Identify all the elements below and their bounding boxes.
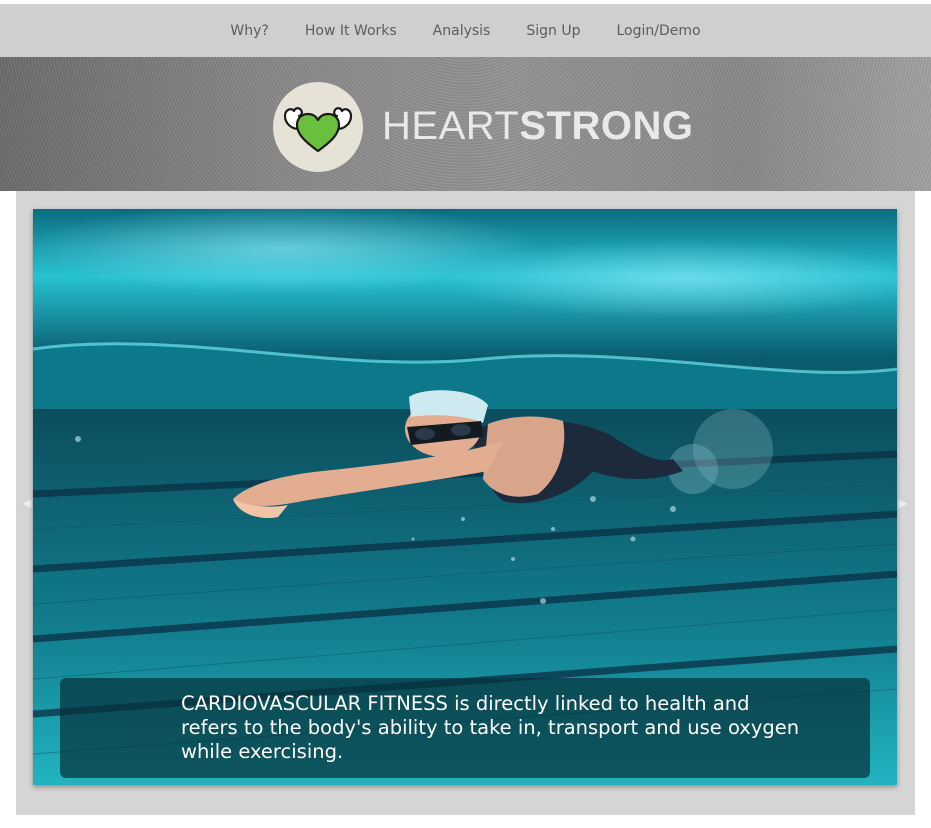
nav-link-how-it-works[interactable]: How It Works — [305, 23, 397, 39]
brand-name-bold: STRONG — [519, 103, 694, 148]
hero-slide: CARDIOVASCULAR FITNESS is directly linke… — [33, 209, 897, 785]
nav-link-why[interactable]: Why? — [230, 23, 268, 39]
brand-name-light: HEART — [382, 103, 520, 148]
nav-link-login-demo[interactable]: Login/Demo — [616, 23, 700, 39]
hero-caption: CARDIOVASCULAR FITNESS is directly linke… — [181, 692, 800, 763]
nav-link-analysis[interactable]: Analysis — [433, 23, 491, 39]
brand-header: HEART STRONG — [0, 57, 931, 191]
chevron-left-icon[interactable]: ◀ — [22, 495, 32, 511]
hero-caption-box: CARDIOVASCULAR FITNESS is directly linke… — [60, 678, 870, 778]
chevron-right-icon[interactable]: ▶ — [898, 495, 908, 511]
brand-wordmark[interactable]: HEART STRONG — [382, 102, 693, 150]
nav-link-sign-up[interactable]: Sign Up — [526, 23, 580, 39]
logo[interactable] — [273, 82, 363, 172]
muscle-heart-icon — [283, 107, 353, 153]
top-navigation: Why? How It Works Analysis Sign Up Login… — [0, 4, 931, 57]
